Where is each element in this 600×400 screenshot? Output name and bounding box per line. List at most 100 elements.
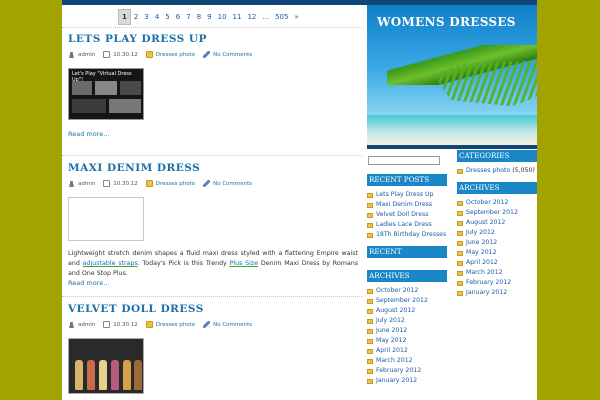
post-date: 10.30.12 [113, 51, 138, 58]
archive-label: September 2012 [466, 209, 518, 216]
divider [62, 296, 362, 297]
post-comments-link[interactable]: No Comments [213, 52, 252, 58]
post-image[interactable] [68, 197, 144, 241]
post-image[interactable]: Let's Play "Virtual Dress Up"! [68, 68, 144, 120]
recent-post-label: Ladies Lace Dress [376, 221, 432, 228]
folder-icon [457, 230, 463, 236]
doll-figure [111, 360, 119, 390]
page-link[interactable]: 4 [152, 10, 162, 24]
page-link[interactable]: 8 [194, 10, 204, 24]
post-date: 10.30.12 [113, 180, 138, 187]
beach-image [367, 115, 537, 145]
archive-item[interactable]: September 2012 [457, 208, 537, 218]
archive-item[interactable]: April 2012 [457, 258, 537, 268]
recent-post-item[interactable]: Ladies Lace Dress [367, 220, 447, 230]
archive-item[interactable]: February 2012 [457, 278, 537, 288]
categories-list: Dresses photo (5,050) [457, 166, 537, 176]
page-link[interactable]: 7 [183, 10, 193, 24]
archive-item[interactable]: March 2012 [367, 356, 447, 366]
category-item[interactable]: Dresses photo (5,050) [457, 166, 537, 176]
archive-item[interactable]: June 2012 [457, 238, 537, 248]
archive-item[interactable]: August 2012 [367, 306, 447, 316]
sidebar-left: RECENT POSTS Lets Play Dress Up Maxi Den… [367, 174, 447, 386]
post-category-link[interactable]: Dresses photo [156, 181, 195, 187]
read-more-link[interactable]: Read more... [68, 279, 358, 287]
author-icon [68, 321, 75, 328]
post-category-link[interactable]: Dresses photo [156, 322, 195, 328]
page-link[interactable]: 2 [131, 10, 141, 24]
post: MAXI DENIM DRESS admin 10.30.12 Dresses … [68, 162, 358, 287]
page-link[interactable]: 11 [230, 10, 245, 24]
folder-icon [367, 222, 373, 228]
page-link[interactable]: 6 [173, 10, 183, 24]
folder-icon [145, 180, 153, 187]
plus-size-link[interactable]: Plus Size [230, 260, 259, 267]
post-comments-link[interactable]: No Comments [213, 322, 252, 328]
archive-item[interactable]: July 2012 [457, 228, 537, 238]
recent-post-item[interactable]: Maxi Denim Dress [367, 200, 447, 210]
archive-label: March 2012 [376, 357, 413, 364]
divider [62, 27, 362, 28]
page-next[interactable]: » [291, 10, 301, 24]
post-title[interactable]: MAXI DENIM DRESS [68, 162, 358, 174]
recent-post-item[interactable]: 18Th Birthday Dresses [367, 230, 447, 240]
image-panel [72, 99, 106, 113]
doll-figure [134, 360, 142, 390]
post-meta: admin 10.30.12 Dresses photo No Comments [68, 51, 358, 58]
page-link-last[interactable]: 505 [272, 10, 291, 24]
page-link[interactable]: 3 [141, 10, 151, 24]
divider [62, 155, 362, 156]
folder-icon [145, 51, 153, 58]
archive-item[interactable]: July 2012 [367, 316, 447, 326]
post-title[interactable]: LETS PLAY DRESS UP [68, 33, 358, 45]
archive-item[interactable]: October 2012 [457, 198, 537, 208]
post-category-link[interactable]: Dresses photo [156, 52, 195, 58]
page-link[interactable]: 12 [244, 10, 259, 24]
clock-icon [103, 321, 111, 328]
doll-figure [75, 360, 83, 390]
post-author: admin [78, 51, 96, 58]
archive-item[interactable]: February 2012 [367, 366, 447, 376]
page-link[interactable]: 5 [162, 10, 172, 24]
image-panel [120, 81, 141, 95]
category-label: Dresses photo [466, 167, 511, 174]
archive-item[interactable]: March 2012 [457, 268, 537, 278]
read-more-link[interactable]: Read more... [68, 130, 358, 138]
post-date: 10.30.12 [113, 321, 138, 328]
archive-label: March 2012 [466, 269, 503, 276]
folder-icon [367, 298, 373, 304]
archive-item[interactable]: September 2012 [367, 296, 447, 306]
site-title[interactable]: WOMENS DRESSES [377, 15, 516, 29]
post-title[interactable]: VELVET DOLL DRESS [68, 303, 358, 315]
clock-icon [103, 180, 111, 187]
search-input[interactable] [368, 156, 440, 165]
excerpt-text: . Today's Pick is this Trendy [137, 260, 230, 267]
folder-icon [457, 220, 463, 226]
archive-item[interactable]: January 2012 [367, 376, 447, 386]
folder-icon [367, 288, 373, 294]
page-link[interactable]: 10 [215, 10, 230, 24]
folder-icon [367, 378, 373, 384]
archive-item[interactable]: May 2012 [367, 336, 447, 346]
archive-label: June 2012 [466, 239, 498, 246]
archive-label: January 2012 [466, 289, 508, 296]
archive-item[interactable]: June 2012 [367, 326, 447, 336]
folder-icon [367, 308, 373, 314]
archive-item[interactable]: May 2012 [457, 248, 537, 258]
folder-icon [145, 321, 153, 328]
archive-label: July 2012 [376, 317, 405, 324]
post-image[interactable] [68, 338, 144, 394]
archive-item[interactable]: April 2012 [367, 346, 447, 356]
post: LETS PLAY DRESS UP admin 10.30.12 Dresse… [68, 33, 358, 138]
recent-post-item[interactable]: Lets Play Dress Up [367, 190, 447, 200]
archive-item[interactable]: January 2012 [457, 288, 537, 298]
post-comments-link[interactable]: No Comments [213, 181, 252, 187]
recent-post-item[interactable]: Velvet Doll Dress [367, 210, 447, 220]
doll-figure [99, 360, 107, 390]
archive-item[interactable]: August 2012 [457, 218, 537, 228]
adjustable-straps-link[interactable]: adjustable straps [83, 260, 138, 267]
page-link[interactable]: 9 [204, 10, 214, 24]
archive-item[interactable]: October 2012 [367, 286, 447, 296]
folder-icon [367, 368, 373, 374]
post-author: admin [78, 321, 96, 328]
